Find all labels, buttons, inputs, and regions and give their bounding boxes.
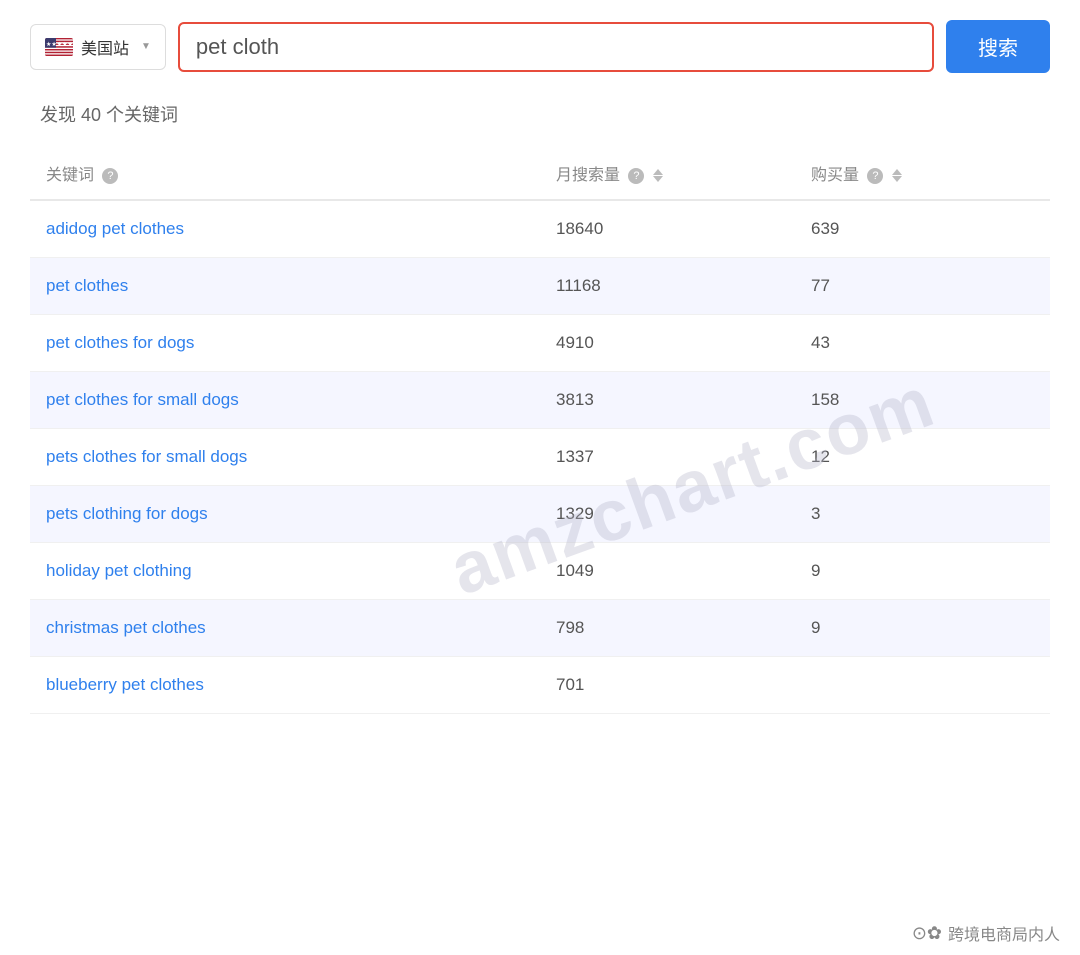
sort-up-icon xyxy=(653,169,663,175)
us-flag-icon: ★★★★★★ xyxy=(45,38,73,56)
sort-down-icon xyxy=(892,176,902,182)
keyword-link[interactable]: christmas pet clothes xyxy=(46,618,206,637)
col-header-keyword: 关键词 ? xyxy=(30,147,540,200)
wechat-icon: ⊙✿ xyxy=(912,923,942,944)
monthly-sort-icon[interactable] xyxy=(653,169,663,182)
cell-purchase: 77 xyxy=(795,258,1050,315)
cell-purchase xyxy=(795,657,1050,714)
table-row: christmas pet clothes 7989 xyxy=(30,600,1050,657)
bottom-bar: ⊙✿ 跨境电商局内人 xyxy=(892,911,1080,955)
cell-purchase: 43 xyxy=(795,315,1050,372)
cell-purchase: 12 xyxy=(795,429,1050,486)
search-input[interactable] xyxy=(196,34,916,60)
cell-monthly: 18640 xyxy=(540,200,795,258)
cell-monthly: 1337 xyxy=(540,429,795,486)
sort-down-icon xyxy=(653,176,663,182)
cell-monthly: 1329 xyxy=(540,486,795,543)
cell-keyword: blueberry pet clothes xyxy=(30,657,540,714)
keywords-table: 关键词 ? 月搜索量 ? 购买量 ? adidog pet cl xyxy=(30,147,1050,714)
cell-purchase: 9 xyxy=(795,600,1050,657)
col-header-purchase: 购买量 ? xyxy=(795,147,1050,200)
table-row: pet clothes for small dogs 3813158 xyxy=(30,372,1050,429)
table-row: pets clothing for dogs 13293 xyxy=(30,486,1050,543)
keyword-link[interactable]: pets clothing for dogs xyxy=(46,504,208,523)
table-row: blueberry pet clothes 701 xyxy=(30,657,1050,714)
cell-keyword: pet clothes for dogs xyxy=(30,315,540,372)
cell-keyword: pet clothes for small dogs xyxy=(30,372,540,429)
purchase-info-icon[interactable]: ? xyxy=(867,168,883,184)
table-row: holiday pet clothing 10499 xyxy=(30,543,1050,600)
table-row: pets clothes for small dogs 133712 xyxy=(30,429,1050,486)
cell-keyword: pet clothes xyxy=(30,258,540,315)
keyword-link[interactable]: holiday pet clothing xyxy=(46,561,192,580)
search-button[interactable]: 搜索 xyxy=(946,20,1050,73)
site-label: 美国站 xyxy=(81,35,129,59)
cell-monthly: 4910 xyxy=(540,315,795,372)
cell-monthly: 798 xyxy=(540,600,795,657)
cell-keyword: pets clothes for small dogs xyxy=(30,429,540,486)
bottom-bar-text: 跨境电商局内人 xyxy=(948,921,1060,945)
keyword-link[interactable]: pet clothes for dogs xyxy=(46,333,194,352)
table-row: pet clothes for dogs 491043 xyxy=(30,315,1050,372)
cell-keyword: holiday pet clothing xyxy=(30,543,540,600)
cell-keyword: christmas pet clothes xyxy=(30,600,540,657)
keyword-link[interactable]: pet clothes xyxy=(46,276,128,295)
keyword-link[interactable]: adidog pet clothes xyxy=(46,219,184,238)
cell-purchase: 9 xyxy=(795,543,1050,600)
keyword-info-icon[interactable]: ? xyxy=(102,168,118,184)
keyword-link[interactable]: pets clothes for small dogs xyxy=(46,447,247,466)
sort-up-icon xyxy=(892,169,902,175)
col-header-monthly: 月搜索量 ? xyxy=(540,147,795,200)
keyword-link[interactable]: blueberry pet clothes xyxy=(46,675,204,694)
search-bar: ★★★★★★ 美国站 ▼ 搜索 xyxy=(30,20,1050,73)
purchase-sort-icon[interactable] xyxy=(892,169,902,182)
cell-purchase: 158 xyxy=(795,372,1050,429)
result-count: 发现 40 个关键词 xyxy=(30,101,1050,127)
svg-text:★★★★★★: ★★★★★★ xyxy=(46,41,73,48)
table-body: adidog pet clothes 18640639 pet clothes 111… xyxy=(30,200,1050,714)
cell-purchase: 639 xyxy=(795,200,1050,258)
table-header-row: 关键词 ? 月搜索量 ? 购买量 ? xyxy=(30,147,1050,200)
cell-purchase: 3 xyxy=(795,486,1050,543)
cell-monthly: 701 xyxy=(540,657,795,714)
cell-keyword: pets clothing for dogs xyxy=(30,486,540,543)
table-row: pet clothes 1116877 xyxy=(30,258,1050,315)
cell-keyword: adidog pet clothes xyxy=(30,200,540,258)
table-row: adidog pet clothes 18640639 xyxy=(30,200,1050,258)
cell-monthly: 1049 xyxy=(540,543,795,600)
monthly-info-icon[interactable]: ? xyxy=(628,168,644,184)
cell-monthly: 3813 xyxy=(540,372,795,429)
cell-monthly: 11168 xyxy=(540,258,795,315)
keyword-link[interactable]: pet clothes for small dogs xyxy=(46,390,239,409)
search-input-wrapper[interactable] xyxy=(178,22,934,72)
site-selector[interactable]: ★★★★★★ 美国站 ▼ xyxy=(30,24,166,70)
chevron-down-icon: ▼ xyxy=(141,41,151,52)
